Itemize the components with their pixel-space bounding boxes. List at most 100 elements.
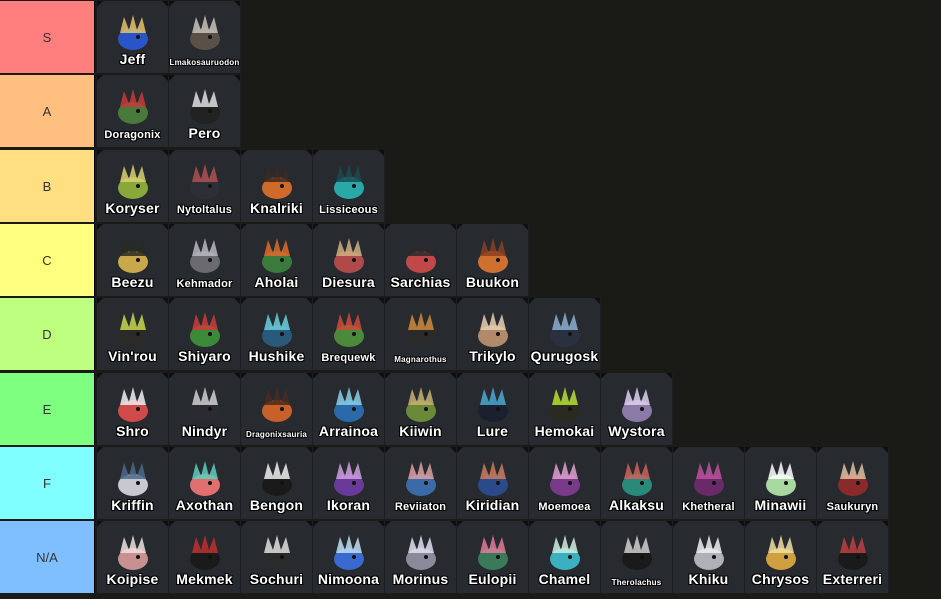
creature-name: Pero [188, 125, 221, 141]
creature-tile[interactable]: Jeff [97, 1, 169, 73]
creature-tile[interactable]: Eulopii [457, 521, 529, 593]
creature-icon [261, 461, 292, 496]
creature-tile[interactable]: Trikylo [457, 298, 529, 370]
creature-icon [621, 535, 652, 570]
creature-tile[interactable]: Wystora [601, 373, 673, 445]
creature-icon [477, 461, 508, 496]
creature-tile[interactable]: Beezu [97, 224, 169, 296]
creature-icon [189, 15, 220, 50]
creature-icon [189, 312, 220, 347]
creature-tile[interactable]: Koipise [97, 521, 169, 593]
creature-tile[interactable]: Nytoltalus [169, 150, 241, 222]
creature-tile[interactable]: Lure [457, 373, 529, 445]
creature-name: Shiyaro [178, 348, 231, 364]
creature-icon [837, 535, 868, 570]
creature-tile[interactable]: Hemokai [529, 373, 601, 445]
tier-label: S [0, 1, 95, 73]
creature-name: Magnarothus [394, 355, 447, 364]
creature-tile[interactable]: Hushike [241, 298, 313, 370]
creature-icon [189, 461, 220, 496]
creature-tile[interactable]: Koryser [97, 150, 169, 222]
creature-tile[interactable]: Vin'rou [97, 298, 169, 370]
creature-tile[interactable]: Kehmador [169, 224, 241, 296]
creature-tile[interactable]: Mekmek [169, 521, 241, 593]
creature-icon [189, 164, 220, 199]
tier-list: S Jeff Lmakosauruodon A Doragonix Pero B Koryse… [0, 0, 941, 599]
creature-icon [477, 387, 508, 422]
creature-tile[interactable]: Dragonixsauria [241, 373, 313, 445]
creature-tile[interactable]: Moemoea [529, 447, 601, 519]
creature-tile[interactable]: Axothan [169, 447, 241, 519]
creature-icon [261, 535, 292, 570]
creature-tile[interactable]: Nindyr [169, 373, 241, 445]
creature-name: Sarchias [390, 274, 451, 290]
creature-tile[interactable]: Aholai [241, 224, 313, 296]
creature-name: Hemokai [534, 423, 595, 439]
tier-items: Koipise Mekmek Sochuri Nimoona Morinus Eulopi… [97, 521, 889, 593]
creature-name: Brequewk [321, 352, 376, 364]
creature-name: Koryser [105, 200, 160, 216]
creature-icon [117, 238, 148, 273]
creature-icon [765, 535, 796, 570]
creature-tile[interactable]: Ikoran [313, 447, 385, 519]
creature-name: Aholai [254, 274, 299, 290]
creature-tile[interactable]: Qurugosk [529, 298, 601, 370]
creature-icon [621, 387, 652, 422]
creature-tile[interactable]: Buukon [457, 224, 529, 296]
tier-label: N/A [0, 521, 95, 593]
creature-tile[interactable]: Alkaksu [601, 447, 673, 519]
creature-tile[interactable]: Reviiaton [385, 447, 457, 519]
creature-tile[interactable]: Minawii [745, 447, 817, 519]
creature-icon [477, 535, 508, 570]
tier-items: Vin'rou Shiyaro Hushike Brequewk Magnarothus… [97, 298, 601, 370]
creature-icon [621, 461, 652, 496]
tier-items: Shro Nindyr Dragonixsauria Arrainoa Kiiwin Lu… [97, 373, 673, 445]
creature-tile[interactable]: Chamel [529, 521, 601, 593]
creature-name: Kehmador [176, 278, 233, 290]
creature-name: Trikylo [469, 348, 516, 364]
creature-tile[interactable]: Arrainoa [313, 373, 385, 445]
creature-tile[interactable]: Morinus [385, 521, 457, 593]
creature-icon [117, 89, 148, 124]
creature-tile[interactable]: Pero [169, 75, 241, 147]
creature-tile[interactable]: Brequewk [313, 298, 385, 370]
creature-tile[interactable]: Kiiwin [385, 373, 457, 445]
creature-tile[interactable]: Exterreri [817, 521, 889, 593]
creature-icon [333, 238, 364, 273]
creature-tile[interactable]: Shro [97, 373, 169, 445]
creature-name: Mekmek [176, 571, 233, 587]
creature-tile[interactable]: Diesura [313, 224, 385, 296]
creature-tile[interactable]: Saukuryn [817, 447, 889, 519]
tier-label: F [0, 447, 95, 519]
creature-tile[interactable]: Doragonix [97, 75, 169, 147]
creature-tile[interactable]: Sochuri [241, 521, 313, 593]
creature-tile[interactable]: Kriffin [97, 447, 169, 519]
creature-tile[interactable]: Nimoona [313, 521, 385, 593]
creature-tile[interactable]: Knalriki [241, 150, 313, 222]
creature-tile[interactable]: Kiridian [457, 447, 529, 519]
creature-name: Lmakosauruodon [169, 58, 240, 67]
creature-icon [765, 461, 796, 496]
creature-tile[interactable]: Shiyaro [169, 298, 241, 370]
creature-tile[interactable]: Bengon [241, 447, 313, 519]
tier-items: Doragonix Pero [97, 75, 241, 147]
creature-name: Moemoea [538, 501, 591, 513]
creature-icon [837, 461, 868, 496]
creature-icon [333, 387, 364, 422]
creature-icon [405, 238, 436, 273]
creature-tile[interactable]: Sarchias [385, 224, 457, 296]
creature-icon [189, 535, 220, 570]
creature-tile[interactable]: Lissiceous [313, 150, 385, 222]
creature-tile[interactable]: Lmakosauruodon [169, 1, 241, 73]
creature-tile[interactable]: Khetheral [673, 447, 745, 519]
tier-row-s: S Jeff Lmakosauruodon [0, 1, 941, 73]
creature-tile[interactable]: Khiku [673, 521, 745, 593]
creature-name: Exterreri [822, 571, 883, 587]
creature-icon [117, 461, 148, 496]
creature-name: Kriffin [111, 497, 154, 513]
tier-label: E [0, 373, 95, 445]
creature-tile[interactable]: Therolachus [601, 521, 673, 593]
creature-tile[interactable]: Chrysos [745, 521, 817, 593]
creature-tile[interactable]: Magnarothus [385, 298, 457, 370]
tier-items: Koryser Nytoltalus Knalriki Lissiceous [97, 150, 385, 222]
